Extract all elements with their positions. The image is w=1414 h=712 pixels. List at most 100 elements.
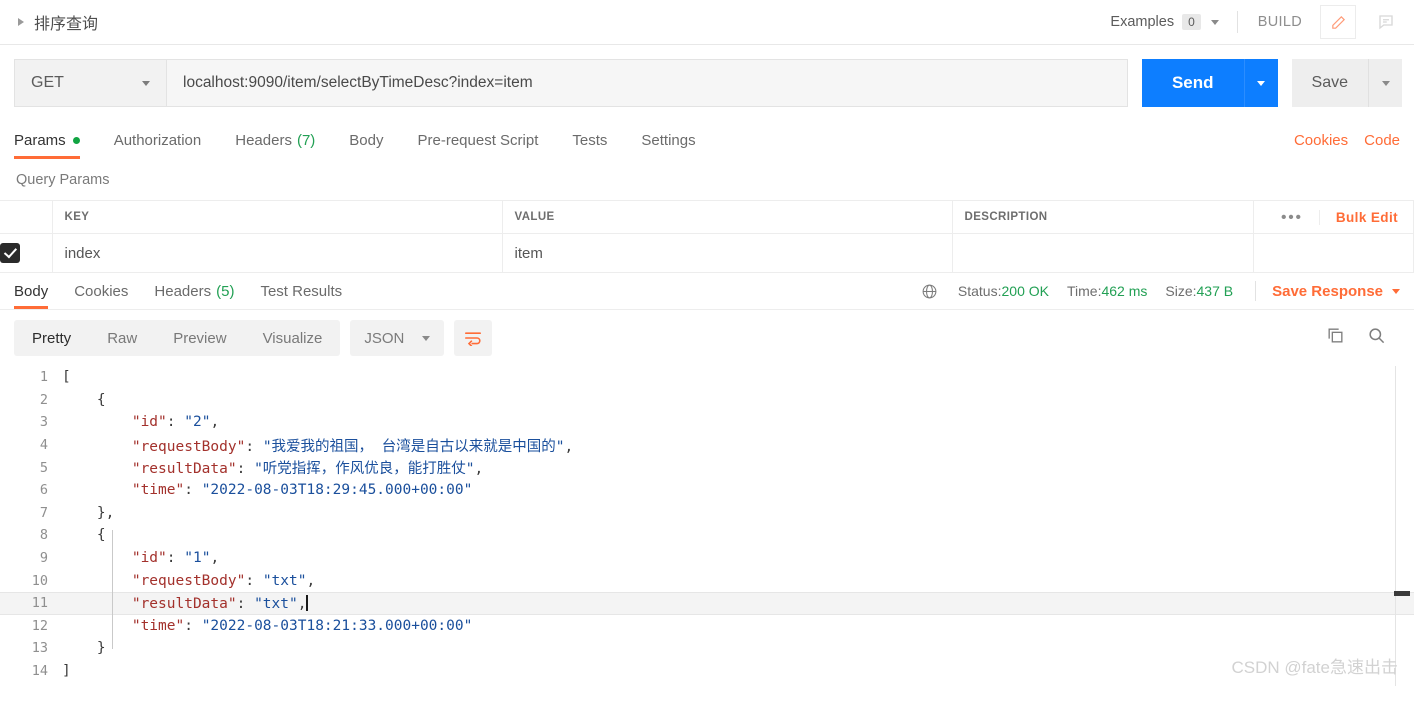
line-number: 11 — [31, 595, 48, 612]
tab-headers[interactable]: Headers (7) — [235, 132, 315, 159]
line-number: 10 — [31, 572, 48, 589]
comments-button[interactable] — [1368, 5, 1404, 39]
response-tab-body[interactable]: Body — [14, 283, 49, 309]
examples-button[interactable]: Examples 0 — [1106, 14, 1222, 30]
params-indicator-dot — [72, 137, 80, 144]
code-line[interactable]: 6 "time": "2022-08-03T18:29:45.000+00:00… — [0, 479, 1414, 502]
copy-icon — [1328, 328, 1343, 343]
send-button[interactable]: Send — [1141, 59, 1244, 107]
edit-request-button[interactable] — [1320, 5, 1356, 39]
line-number: 3 — [39, 414, 48, 431]
code-line[interactable]: 4 "requestBody": "我爱我的祖国， 台湾是自古以来就是中国的", — [0, 434, 1414, 457]
code-line-text: { — [62, 391, 106, 408]
size-label: Size: — [1165, 283, 1197, 299]
chevron-right-icon[interactable] — [18, 18, 24, 26]
copy-button[interactable] — [1326, 326, 1345, 350]
view-pretty[interactable]: Pretty — [14, 320, 89, 356]
examples-label: Examples — [1110, 14, 1175, 30]
response-view-switcher: Pretty Raw Preview Visualize — [14, 320, 341, 356]
code-line-text: ] — [62, 663, 71, 680]
code-line[interactable]: 11 "resultData": "txt", — [0, 591, 1414, 615]
code-line-text: "requestBody": "txt", — [131, 572, 316, 589]
tab-params[interactable]: Params — [14, 132, 80, 159]
response-tab-test-results[interactable]: Test Results — [260, 283, 342, 309]
code-line-text: }, — [62, 504, 115, 521]
code-line[interactable]: 1[ — [0, 366, 1414, 389]
save-response-button[interactable]: Save Response — [1272, 283, 1400, 300]
chevron-down-icon[interactable] — [142, 80, 150, 86]
page-title: 排序查询 — [34, 16, 99, 33]
param-actions-cell — [1253, 233, 1414, 273]
code-link[interactable]: Code — [1364, 132, 1400, 149]
code-line[interactable]: 2 { — [0, 389, 1414, 412]
tab-settings[interactable]: Settings — [641, 132, 695, 159]
response-body-viewer[interactable]: 1[2 {3 "id": "2", 4 "requestBody": "我爱我的祖… — [0, 366, 1414, 686]
tab-label: Settings — [641, 132, 696, 149]
column-header-description: DESCRIPTION — [952, 200, 1254, 234]
view-visualize[interactable]: Visualize — [245, 320, 341, 356]
response-format-select[interactable]: JSON — [350, 320, 445, 356]
tab-tests[interactable]: Tests — [572, 132, 607, 159]
line-number: 7 — [39, 504, 48, 521]
code-line[interactable]: 5 "resultData": "听党指挥，作风优良，能打胜仗", — [0, 456, 1414, 479]
code-line[interactable]: 3 "id": "2", — [0, 411, 1414, 434]
request-name-group[interactable]: 排序查询 — [0, 10, 98, 34]
code-line[interactable]: 7 }, — [0, 502, 1414, 525]
http-method-value: GET — [31, 74, 64, 91]
code-line[interactable]: 9 "id": "1", — [0, 547, 1414, 570]
table-row[interactable]: index item — [0, 233, 1414, 273]
code-line[interactable]: 12 "time": "2022-08-03T18:21:33.000+00:0… — [0, 615, 1414, 638]
save-options-button[interactable] — [1368, 59, 1402, 107]
response-tab-cookies[interactable]: Cookies — [74, 283, 128, 309]
tab-body[interactable]: Body — [349, 132, 383, 159]
code-line-text: "id": "2", — [131, 414, 220, 431]
send-options-button[interactable] — [1243, 59, 1278, 107]
response-toolbar-actions — [1326, 326, 1400, 350]
header-actions: Examples 0 BUILD — [1106, 0, 1414, 44]
param-key-cell[interactable]: index — [52, 233, 503, 273]
save-button[interactable]: Save — [1291, 59, 1368, 107]
code-lines[interactable]: 1[2 {3 "id": "2", 4 "requestBody": "我爱我的祖… — [0, 366, 1414, 682]
param-description-cell[interactable] — [952, 233, 1254, 273]
line-number: 13 — [31, 640, 48, 657]
meta-divider — [1255, 281, 1257, 301]
text-cursor — [306, 594, 308, 611]
http-method-select[interactable]: GET — [14, 59, 166, 107]
tab-pre-request-script[interactable]: Pre-request Script — [418, 132, 539, 159]
tab-label: Authorization — [113, 132, 202, 149]
status-badge: 200 OK — [1001, 283, 1049, 299]
request-tabs-links: Cookies Code — [1278, 132, 1400, 159]
row-checkbox[interactable] — [0, 243, 20, 263]
cookies-link[interactable]: Cookies — [1294, 132, 1348, 149]
query-params-title: Query Params — [16, 172, 110, 188]
chevron-down-icon[interactable] — [1210, 19, 1219, 25]
view-preview[interactable]: Preview — [155, 320, 244, 356]
tab-label: Tests — [572, 132, 608, 149]
code-line-text: "requestBody": "我爱我的祖国， 台湾是自古以来就是中国的", — [131, 438, 574, 455]
search-button[interactable] — [1367, 326, 1386, 350]
tab-label: Headers — [235, 132, 292, 149]
save-button-group: Save — [1291, 59, 1402, 107]
line-number: 9 — [39, 550, 48, 567]
word-wrap-icon — [465, 332, 482, 346]
bulk-edit-button[interactable]: Bulk Edit — [1318, 209, 1398, 225]
word-wrap-button[interactable] — [454, 320, 493, 356]
code-line[interactable]: 8 { — [0, 524, 1414, 547]
code-line[interactable]: 13 } — [0, 637, 1414, 660]
response-format-value: JSON — [364, 329, 405, 347]
row-checkbox-cell[interactable] — [0, 233, 53, 273]
code-line-text: "resultData": "txt", — [131, 594, 308, 612]
url-input[interactable]: localhost:9090/item/selectByTimeDesc?ind… — [166, 59, 1128, 107]
build-button[interactable]: BUILD — [1252, 14, 1308, 30]
tab-label: Body — [14, 283, 49, 300]
code-line[interactable]: 14] — [0, 660, 1414, 683]
tab-authorization[interactable]: Authorization — [114, 132, 202, 159]
param-value-cell[interactable]: item — [502, 233, 953, 273]
response-tab-headers[interactable]: Headers (5) — [154, 283, 234, 309]
more-options-icon[interactable]: ••• — [1265, 209, 1319, 226]
url-value: localhost:9090/item/selectByTimeDesc?ind… — [183, 74, 533, 91]
view-raw[interactable]: Raw — [89, 320, 155, 356]
code-line-text: "time": "2022-08-03T18:21:33.000+00:00" — [131, 617, 473, 634]
horizontal-scrollbar-thumb[interactable] — [1394, 591, 1410, 596]
code-line[interactable]: 10 "requestBody": "txt", — [0, 569, 1414, 592]
